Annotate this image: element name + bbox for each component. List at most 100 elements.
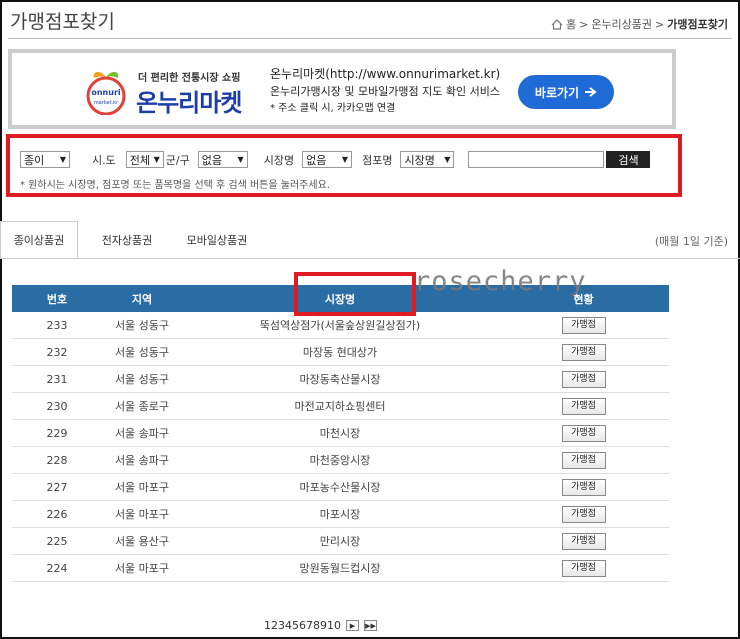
cell-no: 233 [46,318,68,332]
store-list-button[interactable]: 가맹점 [561,343,606,361]
sido-label: 시.도 [92,153,116,167]
page-number[interactable]: 4 [285,619,292,632]
search-input[interactable] [468,151,605,168]
cell-market[interactable]: 만리시장 [182,533,498,549]
cell-status: 가맹점 [498,316,669,334]
market-value: 없음 [306,153,327,167]
search-row: 종이 ▼ 시.도 전체 ▼ 군/구 없음 ▼ 시장명 없음 ▼ 점포명 시장명 ▼ 검색 [20,151,651,168]
breadcrumb-parent[interactable]: 온누리상품권 [591,16,652,32]
cell-no: 225 [46,534,68,548]
cell-status: 가맹점 [498,559,669,577]
market-select[interactable]: 없음 ▼ [302,151,353,168]
store-list-button[interactable]: 가맹점 [561,532,606,550]
table-row: 231 서울 성동구 마장동축산물시장 가맹점 [12,366,669,393]
cell-region: 서울 마포구 [114,562,170,575]
banner-info: 온누리마켓(http://www.onnurimarket.kr) 온누리가맹시… [270,66,500,117]
cell-market[interactable]: 뚝섬역상점가(서울숲상원길상점가) [182,317,498,333]
svg-text:market.kr: market.kr [94,100,119,106]
cell-status: 가맹점 [498,343,669,361]
table-row: 232 서울 성동구 마장동 현대상가 가맹점 [12,339,669,366]
page-number[interactable]: 3 [278,619,285,632]
market-label: 시장명 [263,153,295,167]
page-number[interactable]: 8 [313,619,320,632]
voucher-tabs: 종이상품권 전자상품권 모바일상품권 [0,221,740,259]
page-title: 가맹점포찾기 [10,11,115,33]
cell-no: 227 [46,480,68,494]
search-button[interactable]: 검색 [606,151,651,168]
cell-status: 가맹점 [498,505,669,523]
next-icon[interactable]: ▶ [346,620,359,631]
store-list-button[interactable]: 가맹점 [561,397,606,415]
gungu-select[interactable]: 없음 ▼ [197,151,248,168]
cell-market[interactable]: 망원동월드컵시장 [182,560,498,576]
cell-region: 서울 송파구 [114,454,170,467]
cell-region: 서울 성동구 [114,346,170,359]
watermark: rosecherry [414,266,587,297]
store-list-button[interactable]: 가맹점 [561,451,606,469]
tab-paper-voucher[interactable]: 종이상품권 [0,221,78,259]
breadcrumb-home[interactable]: 홈 [566,16,576,32]
monthly-note: (매월 1일 기준) [654,235,728,248]
page-number[interactable]: 7 [306,619,313,632]
breadcrumb-separator: > [579,17,589,31]
page-number[interactable]: 6 [299,619,306,632]
table-row: 227 서울 마포구 마포농수산물시장 가맹점 [12,474,669,501]
store-list-button[interactable]: 가맹점 [561,559,606,577]
table-row: 230 서울 종로구 마전교지하쇼핑센터 가맹점 [12,393,669,420]
onnuri-market-banner[interactable]: onnuri market.kr 더 편리한 전통시장 쇼핑 온누리마켓 온누리… [8,49,676,129]
cell-market[interactable]: 마장동 현대상가 [182,344,498,360]
table-row: 224 서울 마포구 망원동월드컵시장 가맹점 [12,555,669,582]
table-body: 233 서울 성동구 뚝섬역상점가(서울숲상원길상점가) 가맹점 232 서울 성동구 마장… [12,312,669,582]
store-list-button[interactable]: 가맹점 [561,316,606,334]
store-list-button[interactable]: 가맹점 [561,370,606,388]
store-list-button[interactable]: 가맹점 [561,478,606,496]
page-number[interactable]: 10 [327,619,341,632]
page-number[interactable]: 5 [292,619,299,632]
sido-select[interactable]: 전체 ▼ [125,151,164,168]
cell-region: 서울 마포구 [114,481,170,494]
cell-status: 가맹점 [498,451,669,469]
cell-no: 228 [46,453,68,467]
cell-market[interactable]: 마전교지하쇼핑센터 [182,398,498,414]
voucher-type-select[interactable]: 종이 ▼ [20,151,70,168]
page-number[interactable]: 2 [271,619,278,632]
tab-electronic-voucher[interactable]: 전자상품권 [82,221,172,259]
cell-region: 서울 종로구 [114,400,170,413]
cell-market[interactable]: 마포농수산물시장 [182,479,498,495]
breadcrumb: 홈 > 온누리상품권 > 가맹점포찾기 [551,16,728,32]
banner-note: * 주소 클릭 시, 카카오맵 연결 [270,103,396,114]
go-button[interactable]: 바로가기 [518,75,614,109]
table-row: 233 서울 성동구 뚝섬역상점가(서울숲상원길상점가) 가맹점 [12,312,669,339]
header-region: 지역 [131,292,153,306]
page-number[interactable]: 1 [264,619,271,632]
chevron-down-icon: ▼ [153,155,160,164]
cell-region: 서울 성동구 [114,319,170,332]
chevron-down-icon: ▼ [444,155,451,164]
svg-text:onnuri: onnuri [91,88,121,97]
cell-status: 가맹점 [498,397,669,415]
market-table: 번호 지역 시장명 현황 233 서울 성동구 뚝섬역상점가(서울숲상원길상점가) 가… [12,285,669,582]
market-column-highlight [294,272,416,316]
cell-no: 232 [46,345,68,359]
banner-brand: 온누리마켓 [136,89,242,117]
pagination: 12345678910 ▶ ▶▶ [264,619,377,632]
title-divider [8,38,732,39]
chevron-down-icon: ▼ [341,155,349,164]
last-icon[interactable]: ▶▶ [364,620,377,631]
voucher-type-value: 종이 [24,153,45,167]
cell-market[interactable]: 마장동축산물시장 [182,371,498,387]
store-list-button[interactable]: 가맹점 [561,505,606,523]
home-icon[interactable] [551,18,563,30]
store-search-type-select[interactable]: 시장명 ▼ [400,151,455,168]
store-list-button[interactable]: 가맹점 [561,424,606,442]
cell-market[interactable]: 마포시장 [182,506,498,522]
tab-mobile-voucher[interactable]: 모바일상품권 [176,221,258,259]
cell-status: 가맹점 [498,478,669,496]
cell-market[interactable]: 마천시장 [182,425,498,441]
chevron-down-icon: ▼ [59,155,66,164]
page-number[interactable]: 9 [320,619,327,632]
breadcrumb-current: 가맹점포찾기 [667,18,728,31]
cell-market[interactable]: 마천중앙시장 [182,452,498,468]
table-row: 225 서울 용산구 만리시장 가맹점 [12,528,669,555]
table-row: 229 서울 송파구 마천시장 가맹점 [12,420,669,447]
